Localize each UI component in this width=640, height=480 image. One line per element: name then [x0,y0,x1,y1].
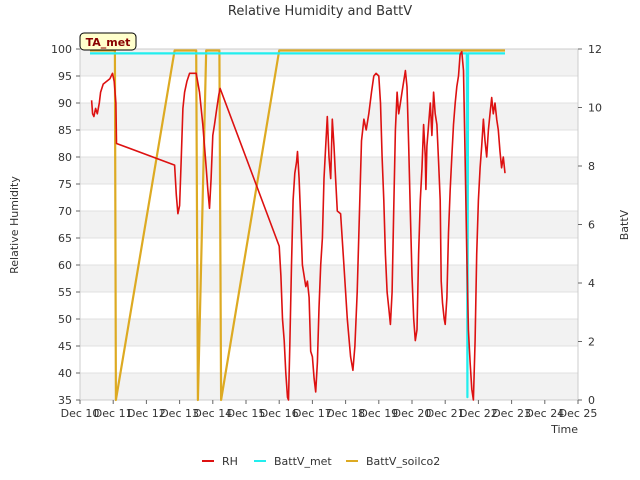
legend-label: BattV_soilco2 [366,455,440,468]
grid-band [80,265,578,292]
grid-bands [80,48,578,401]
y2-tick-label: 8 [588,160,595,173]
grid-band [80,319,578,346]
legend-label: BattV_met [274,455,332,468]
y-tick-label: 60 [58,259,72,272]
y-tick-label: 95 [58,70,72,83]
y2-tick-label: 10 [588,102,602,115]
y2-tick-label: 4 [588,277,595,290]
y-tick-label: 50 [58,313,72,326]
y-tick-label: 75 [58,178,72,191]
x-axis-label: Time [550,423,578,436]
chart-title: Relative Humidity and BattV [228,4,412,19]
y2-axis-label: BattV [618,209,631,240]
x-tick-label: Dec 25 [559,407,598,420]
y-axis-left: 35 40 45 50 55 60 65 70 75 80 85 90 95 100 [51,43,80,407]
y2-tick-label: 12 [588,43,602,56]
y-axis-label: Relative Humidity [8,176,21,274]
y2-tick-label: 2 [588,336,595,349]
x-axis: Dec 10Dec 11Dec 12Dec 13Dec 14Dec 15Dec … [61,400,598,420]
y2-tick-label: 0 [588,394,595,407]
chart: Relative Humidity and BattV 354045505560… [8,4,631,468]
grid-band [80,103,578,130]
grid-band [80,211,578,238]
y2-tick-label: 6 [588,219,595,232]
y-tick-label: 45 [58,340,72,353]
grid-band [80,373,578,400]
y-tick-label: 85 [58,124,72,137]
y-tick-label: 35 [58,394,72,407]
y-tick-label: 90 [58,97,72,110]
legend: RH BattV_met BattV_soilco2 [202,455,440,468]
y-tick-label: 55 [58,286,72,299]
y-tick-label: 65 [58,232,72,245]
legend-label: RH [222,455,238,468]
y-axis-right: 0 2 4 6 8 10 12 [578,43,602,407]
y-tick-label: 40 [58,367,72,380]
annotation-label: TA_met [86,36,131,49]
y-tick-label: 80 [58,151,72,164]
y-tick-label: 70 [58,205,72,218]
annotation-box: TA_met [79,32,137,51]
y-tick-label: 100 [51,43,72,56]
